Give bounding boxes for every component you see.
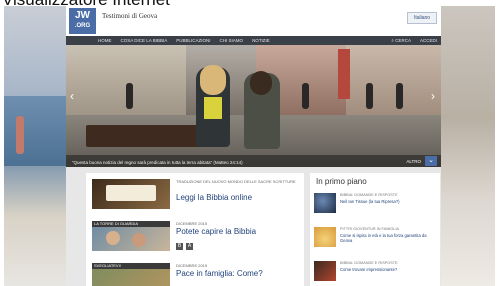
article-title[interactable]: Potete capire la Bibbia: [176, 227, 256, 236]
logo-line1: JW: [75, 10, 90, 21]
bible-thumbnail[interactable]: [92, 179, 170, 209]
audio-icon[interactable]: A: [186, 243, 193, 250]
featured-sidebar: In primo piano BIBBIA: DOMANDE E RISPOST…: [310, 173, 440, 286]
search-link[interactable]: ⌕ CERCA: [391, 38, 411, 43]
person-figure: [16, 116, 24, 154]
hero-walker: [126, 83, 133, 109]
person-thumbnail[interactable]: [314, 261, 336, 281]
website-page: JW .ORG Testimoni di Geova Italiano HOME…: [66, 6, 441, 286]
featured-link[interactable]: Come trovare impressionante?: [340, 267, 436, 272]
thumb-face: [106, 231, 120, 245]
prev-slide-icon[interactable]: ‹: [70, 89, 74, 103]
background-right-blur: [441, 6, 495, 286]
featured-label: PITTRI GIOVENTUR IN FAMIGLIA: [340, 227, 400, 231]
article-item[interactable]: SVEGLIATEVI! DICEMBRE 2015 Pace in famig…: [92, 261, 302, 286]
hero-walker: [366, 83, 373, 109]
thumb-label: LA TORRE DI GUARDIA: [92, 221, 170, 227]
article-meta: DICEMBRE 2015: [176, 221, 208, 226]
nav-item-notizie[interactable]: NOTIZIE: [252, 38, 270, 43]
hero-hair: [200, 65, 226, 95]
light-thumbnail[interactable]: [314, 227, 336, 247]
sea-area: [4, 96, 66, 166]
hero-caption: “Questa buona notizia del regno sarà pre…: [72, 160, 243, 165]
format-icons: B A: [176, 243, 193, 250]
background-left-blur: [4, 6, 66, 286]
book-pages: [106, 185, 156, 201]
main-nav: HOME COSA DICE LA BIBBIA PUBBLICAZIONI C…: [66, 36, 441, 45]
logo-line2: .ORG: [74, 23, 91, 29]
featured-item[interactable]: BIBBIA: DOMANDE E RISPOSTE Neil Ian Tiss…: [314, 193, 438, 219]
awake-thumbnail[interactable]: SVEGLIATEVI!: [92, 263, 170, 286]
book-icon[interactable]: B: [176, 243, 183, 250]
hero-walker: [396, 83, 403, 109]
hero-building-right: [346, 45, 441, 125]
chevron-down-icon[interactable]: ⌄: [425, 156, 437, 166]
nav-right: ⌕ CERCA ACCEDI: [391, 36, 437, 45]
watchtower-thumbnail[interactable]: LA TORRE DI GUARDIA: [92, 221, 170, 251]
search-icon: ⌕: [391, 38, 394, 43]
content-area: TRADUZIONE DEL NUOVO MONDO DELLE SACRE S…: [66, 167, 441, 286]
article-item[interactable]: LA TORRE DI GUARDIA DICEMBRE 2015 Potete…: [92, 219, 302, 257]
hero-walker: [302, 83, 309, 109]
article-item[interactable]: TRADUZIONE DEL NUOVO MONDO DELLE SACRE S…: [92, 177, 302, 215]
articles-column: TRADUZIONE DEL NUOVO MONDO DELLE SACRE S…: [86, 173, 304, 286]
featured-item[interactable]: PITTRI GIOVENTUR IN FAMIGLIA Come si isp…: [314, 227, 438, 253]
hero-more-link[interactable]: ALTRO: [406, 159, 421, 164]
site-header: JW .ORG Testimoni di Geova Italiano: [66, 6, 441, 36]
featured-link[interactable]: Come si ispira in età e la tua forza gar…: [340, 233, 436, 243]
hero-scarf: [204, 97, 222, 119]
nav-item-chi-siamo[interactable]: CHI SIAMO: [220, 38, 244, 43]
thumb-face: [132, 233, 146, 247]
site-title: Testimoni di Geova: [102, 12, 158, 20]
nav-item-bibbia[interactable]: COSA DICE LA BIBBIA: [121, 38, 168, 43]
article-meta: DICEMBRE 2015: [176, 263, 208, 268]
next-slide-icon[interactable]: ›: [431, 89, 435, 103]
jw-org-logo[interactable]: JW .ORG: [69, 8, 96, 34]
search-label: CERCA: [395, 38, 411, 43]
hero-woman-blonde: [196, 65, 230, 147]
nav-item-home[interactable]: HOME: [98, 38, 112, 43]
globe-thumbnail[interactable]: [314, 193, 336, 213]
hero-woman-dark: [244, 71, 280, 149]
featured-label: BIBBIA: DOMANDE E RISPOSTE: [340, 193, 398, 197]
thumb-label: SVEGLIATEVI!: [92, 263, 170, 269]
article-meta: TRADUZIONE DEL NUOVO MONDO DELLE SACRE S…: [176, 179, 296, 184]
browser-viewport: JW .ORG Testimoni di Geova Italiano HOME…: [4, 6, 495, 286]
hero-tower: [338, 49, 350, 99]
featured-link[interactable]: Neil Ian Tissue (la tua Ripresa?): [340, 199, 436, 204]
login-link[interactable]: ACCEDI: [420, 38, 437, 43]
featured-label: BIBBIA: DOMANDE E RISPOSTE: [340, 261, 398, 265]
hero-hair: [250, 71, 272, 95]
article-title[interactable]: Pace in famiglia: Come?: [176, 269, 263, 278]
hero-slider: ‹ › “Questa buona notizia del regno sarà…: [66, 45, 441, 167]
sidebar-title: In primo piano: [316, 177, 367, 186]
featured-item[interactable]: BIBBIA: DOMANDE E RISPOSTE Come trovare …: [314, 261, 438, 286]
nav-item-pubblicazioni[interactable]: PUBBLICAZIONI: [176, 38, 210, 43]
language-button[interactable]: Italiano: [407, 12, 437, 24]
article-title[interactable]: Leggi la Bibbia online: [176, 193, 252, 202]
